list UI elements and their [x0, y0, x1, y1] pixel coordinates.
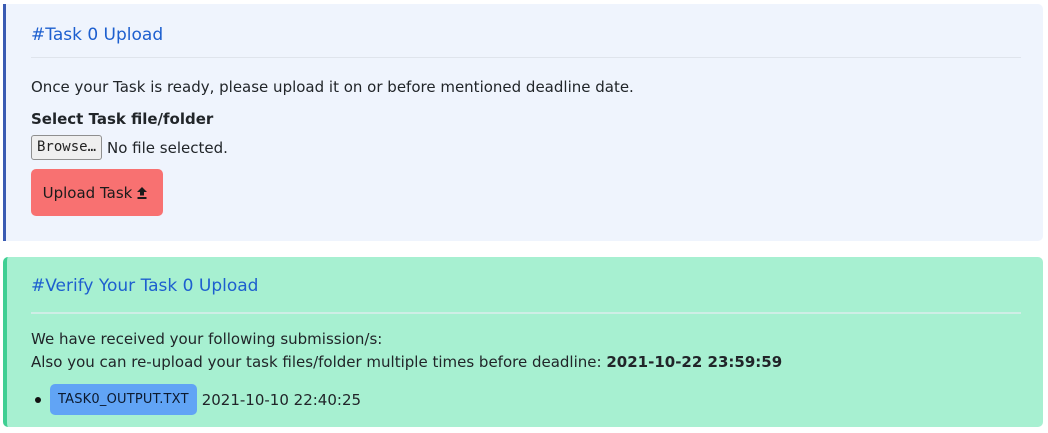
list-item: TASK0_OUTPUT.TXT 2021-10-10 22:40:25 — [31, 384, 361, 415]
file-field-label: Select Task file/folder — [31, 110, 214, 128]
browse-button[interactable]: Browse… — [31, 135, 103, 160]
upload-instructions: Once your Task is ready, please upload i… — [31, 78, 634, 96]
deadline-value: 2021-10-22 23:59:59 — [606, 353, 783, 371]
verify-upload-card: #Verify Your Task 0 Upload We have recei… — [3, 257, 1043, 427]
task-upload-card: #Task 0 Upload Once your Task is ready, … — [3, 4, 1043, 241]
upload-card-title: #Task 0 Upload — [31, 25, 164, 45]
upload-task-button[interactable]: Upload Task — [31, 169, 163, 216]
upload-card-divider — [31, 57, 1021, 58]
received-message: We have received your following submissi… — [31, 330, 383, 348]
verify-card-title: #Verify Your Task 0 Upload — [31, 276, 259, 296]
reupload-message: Also you can re-upload your task files/f… — [31, 353, 782, 371]
file-status-text: No file selected. — [107, 138, 228, 157]
bullet-icon — [35, 396, 41, 403]
file-input[interactable]: Browse… No file selected. — [31, 135, 228, 160]
reupload-text: Also you can re-upload your task files/f… — [31, 353, 602, 371]
verify-card-divider — [31, 312, 1021, 314]
upload-icon — [137, 186, 148, 199]
submission-timestamp: 2021-10-10 22:40:25 — [201, 390, 362, 409]
upload-button-label: Upload Task — [42, 183, 133, 202]
submitted-file-badge[interactable]: TASK0_OUTPUT.TXT — [50, 384, 197, 415]
